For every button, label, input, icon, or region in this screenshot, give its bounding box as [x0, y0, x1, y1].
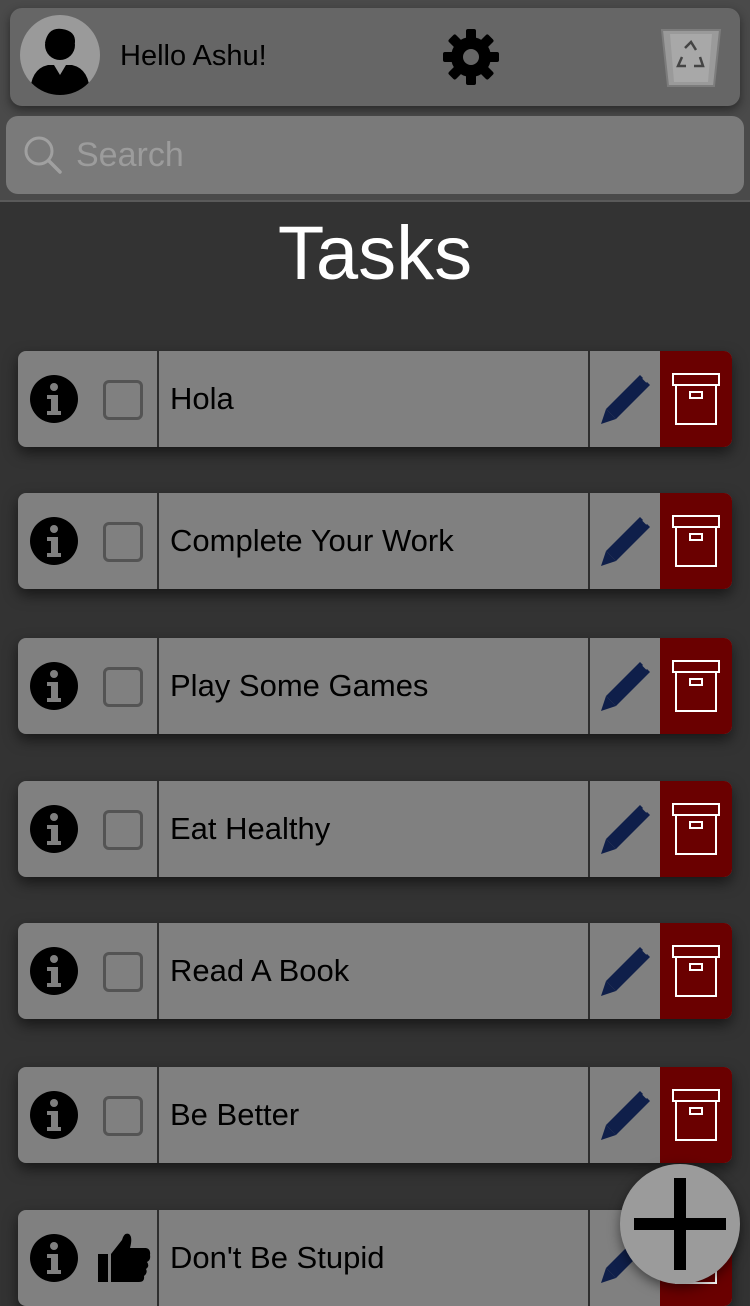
task-checkbox[interactable]	[103, 667, 143, 707]
divider	[588, 351, 590, 447]
pencil-icon[interactable]	[596, 801, 654, 859]
divider	[157, 351, 159, 447]
divider	[157, 638, 159, 734]
pencil-icon[interactable]	[596, 658, 654, 716]
info-icon[interactable]	[30, 662, 78, 710]
divider	[588, 923, 590, 1019]
task-item: Hola	[18, 351, 732, 447]
divider	[588, 1067, 590, 1163]
divider	[588, 1210, 590, 1306]
info-icon[interactable]	[30, 1234, 78, 1282]
pencil-icon[interactable]	[596, 1087, 654, 1145]
archive-icon	[672, 1089, 720, 1141]
task-list: Hola Complete Your Work Play Some Games …	[0, 0, 750, 1306]
archive-icon	[672, 945, 720, 997]
archive-icon	[672, 373, 720, 425]
archive-button[interactable]	[660, 638, 732, 734]
task-item: Eat Healthy	[18, 781, 732, 877]
task-item: Read A Book	[18, 923, 732, 1019]
task-item: Be Better	[18, 1067, 732, 1163]
pencil-icon[interactable]	[596, 943, 654, 1001]
task-label[interactable]: Read A Book	[170, 953, 349, 989]
info-icon[interactable]	[30, 805, 78, 853]
task-label[interactable]: Hola	[170, 381, 234, 417]
task-checkbox[interactable]	[103, 522, 143, 562]
info-icon[interactable]	[30, 947, 78, 995]
add-task-button[interactable]	[620, 1164, 740, 1284]
task-item: Play Some Games	[18, 638, 732, 734]
thumbs-up-icon[interactable]	[96, 1230, 152, 1286]
task-label[interactable]: Don't Be Stupid	[170, 1240, 384, 1276]
archive-button[interactable]	[660, 781, 732, 877]
info-icon[interactable]	[30, 517, 78, 565]
task-item: Complete Your Work	[18, 493, 732, 589]
divider	[588, 781, 590, 877]
archive-icon	[672, 515, 720, 567]
divider	[157, 1067, 159, 1163]
task-checkbox[interactable]	[103, 380, 143, 420]
archive-icon	[672, 660, 720, 712]
task-label[interactable]: Complete Your Work	[170, 523, 454, 559]
divider	[157, 1210, 159, 1306]
archive-button[interactable]	[660, 493, 732, 589]
archive-icon	[672, 803, 720, 855]
divider	[588, 493, 590, 589]
divider	[588, 638, 590, 734]
task-checkbox[interactable]	[103, 952, 143, 992]
task-checkbox[interactable]	[103, 810, 143, 850]
archive-button[interactable]	[660, 351, 732, 447]
divider	[157, 493, 159, 589]
task-label[interactable]: Eat Healthy	[170, 811, 330, 847]
info-icon[interactable]	[30, 1091, 78, 1139]
plus-icon	[634, 1178, 726, 1270]
info-icon[interactable]	[30, 375, 78, 423]
divider	[157, 923, 159, 1019]
archive-button[interactable]	[660, 923, 732, 1019]
task-label[interactable]: Be Better	[170, 1097, 299, 1133]
archive-button[interactable]	[660, 1067, 732, 1163]
divider	[157, 781, 159, 877]
task-label[interactable]: Play Some Games	[170, 668, 428, 704]
pencil-icon[interactable]	[596, 513, 654, 571]
task-checkbox[interactable]	[103, 1096, 143, 1136]
pencil-icon[interactable]	[596, 371, 654, 429]
